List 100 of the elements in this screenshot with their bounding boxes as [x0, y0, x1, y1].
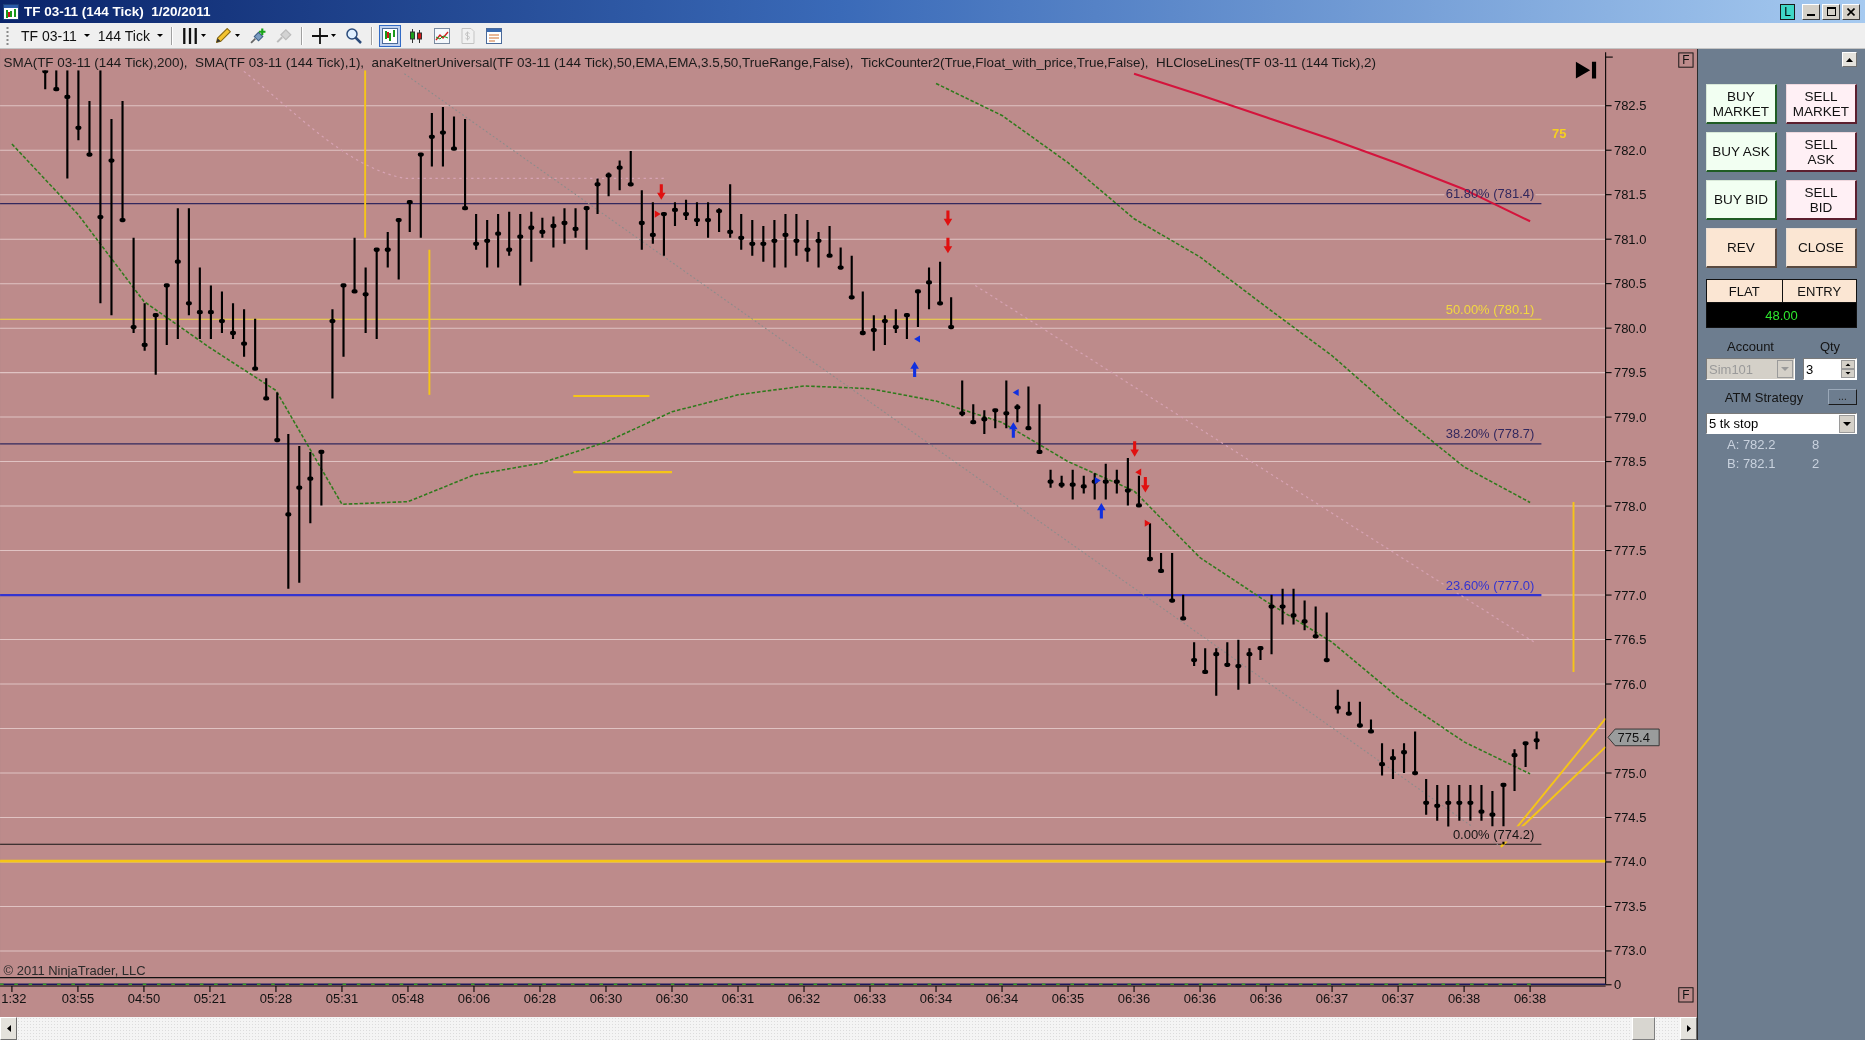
- crosshair-icon: [311, 27, 328, 44]
- more-button[interactable]: ...: [1828, 389, 1857, 405]
- fixed-scale-button[interactable]: F: [1678, 52, 1694, 68]
- line-chart-icon: [433, 27, 450, 44]
- price-label: 782.0: [1613, 142, 1647, 158]
- close-button[interactable]: [1842, 3, 1860, 20]
- window-icon: [485, 27, 502, 44]
- price-label: 777.0: [1613, 587, 1647, 603]
- price-label: 779.5: [1613, 365, 1647, 381]
- strategy-dropdown[interactable]: 5 tk stop: [1706, 413, 1857, 434]
- quote-size: 2: [1812, 456, 1821, 472]
- price-label: 781.0: [1613, 231, 1647, 247]
- time-label: 04:50: [127, 991, 161, 1007]
- caret-icon: [83, 34, 90, 37]
- price-label: 774.5: [1613, 810, 1647, 825]
- time-label: 1:32: [1, 991, 27, 1007]
- time-label: 06:36: [1183, 991, 1217, 1007]
- time-label: 05:21: [193, 991, 227, 1007]
- last-price-marker: 775.4: [1607, 728, 1660, 747]
- down-arrow-icon: [943, 210, 953, 226]
- time-label: 06:34: [919, 991, 953, 1007]
- candlestick-icon: [407, 27, 424, 44]
- chart-panel-icon: [381, 27, 398, 44]
- time-label: 06:38: [1447, 991, 1481, 1007]
- account-label: Account: [1726, 338, 1775, 354]
- sell-button[interactable]: SELL ASK: [1786, 132, 1857, 172]
- triangle-marker-icon: [1094, 476, 1101, 485]
- up-arrow-icon: [910, 361, 919, 377]
- price-label: 777.5: [1613, 543, 1647, 559]
- triangle-marker-icon: [914, 335, 920, 343]
- entry-mode: ENTRY: [1781, 280, 1856, 302]
- scroll-up-button[interactable]: [1842, 52, 1857, 67]
- spinner-icon: [1841, 360, 1855, 378]
- price-label: 775.0: [1613, 765, 1647, 781]
- period-dropdown[interactable]: 144 Tick: [93, 24, 167, 47]
- price-label: 778.0: [1613, 498, 1647, 514]
- time-label: 06:37: [1381, 991, 1415, 1007]
- time-label: 06:28: [523, 991, 557, 1007]
- up-arrow-icon: [1009, 422, 1018, 438]
- time-label: 06:38: [1513, 991, 1547, 1007]
- grip-icon: [6, 26, 9, 45]
- price-label: 782.5: [1613, 98, 1647, 114]
- down-arrow-icon: [657, 184, 666, 200]
- buy-button[interactable]: BUY ASK: [1706, 132, 1777, 172]
- quantity-field[interactable]: 3: [1803, 358, 1857, 380]
- triangle-marker-icon: [654, 210, 661, 218]
- buy-button[interactable]: BUY BID: [1706, 180, 1777, 220]
- triangle-marker-icon: [1012, 388, 1019, 397]
- caret-icon: [330, 34, 336, 37]
- fib-level-label: 50.00% (780.1): [1445, 301, 1535, 317]
- caret-icon: [200, 34, 206, 37]
- minimize-button[interactable]: [1802, 3, 1820, 20]
- pencil-icon: [215, 27, 232, 44]
- time-label: 06:32: [787, 991, 821, 1007]
- fib-level-label: 0.00% (774.2): [1452, 826, 1535, 842]
- scrollbar-thumb[interactable]: [1632, 1017, 1655, 1040]
- time-label: 06:33: [853, 991, 887, 1007]
- price-label: 778.5: [1613, 454, 1647, 470]
- fib-level-label: 23.60% (777.0): [1445, 577, 1535, 593]
- fib-level-label: 38.20% (778.7): [1445, 426, 1535, 442]
- up-arrow-icon: [1097, 503, 1106, 519]
- sell-button[interactable]: SELL MARKET: [1786, 84, 1857, 124]
- copyright-text: © 2011 NinjaTrader, LLC: [3, 962, 146, 978]
- close-icon: [1847, 7, 1855, 16]
- price-label: 773.0: [1613, 943, 1647, 959]
- time-label: 05:48: [391, 991, 425, 1007]
- price-label: 781.5: [1613, 187, 1647, 203]
- down-arrow-icon: [1130, 441, 1139, 457]
- time-label: 03:55: [61, 991, 95, 1007]
- triangle-marker-icon: [1135, 468, 1142, 476]
- magnifier-icon: [345, 27, 362, 44]
- time-label: 06:36: [1117, 991, 1151, 1007]
- up-arrow-icon: [1846, 57, 1853, 62]
- time-label: 05:31: [325, 991, 359, 1007]
- quote-size: 8: [1812, 437, 1821, 453]
- price-label: 776.5: [1613, 632, 1647, 648]
- time-label: 06:35: [1051, 991, 1085, 1007]
- time-label: 06:37: [1315, 991, 1349, 1007]
- triangle-marker-icon: [1144, 519, 1151, 527]
- skip-to-end-icon[interactable]: [1575, 61, 1597, 79]
- maximize-button[interactable]: [1822, 3, 1840, 20]
- fixed-scale-button[interactable]: F: [1678, 987, 1694, 1003]
- minimize-icon: [1807, 14, 1815, 16]
- scroll-left-button[interactable]: [0, 1017, 17, 1040]
- price-label: 776.0: [1613, 676, 1647, 692]
- bars-icon: [181, 27, 198, 44]
- price-label: 774.0: [1613, 854, 1647, 870]
- buy-button[interactable]: BUY MARKET: [1706, 84, 1777, 124]
- caret-icon: [234, 34, 240, 37]
- reverse-button[interactable]: REV: [1706, 228, 1777, 268]
- position-status: FLAT: [1707, 280, 1782, 302]
- link-button[interactable]: L: [1780, 3, 1795, 20]
- atm-strategy-label: ATM Strategy: [1723, 389, 1805, 405]
- time-label: 06:30: [655, 991, 689, 1007]
- scroll-right-button[interactable]: [1680, 1017, 1697, 1040]
- close-position-button[interactable]: CLOSE: [1786, 228, 1857, 268]
- instrument-dropdown[interactable]: TF 03-11: [17, 24, 94, 47]
- sell-button[interactable]: SELL BID: [1786, 180, 1857, 220]
- time-label: 06:30: [589, 991, 623, 1007]
- price-label: 780.5: [1613, 276, 1647, 292]
